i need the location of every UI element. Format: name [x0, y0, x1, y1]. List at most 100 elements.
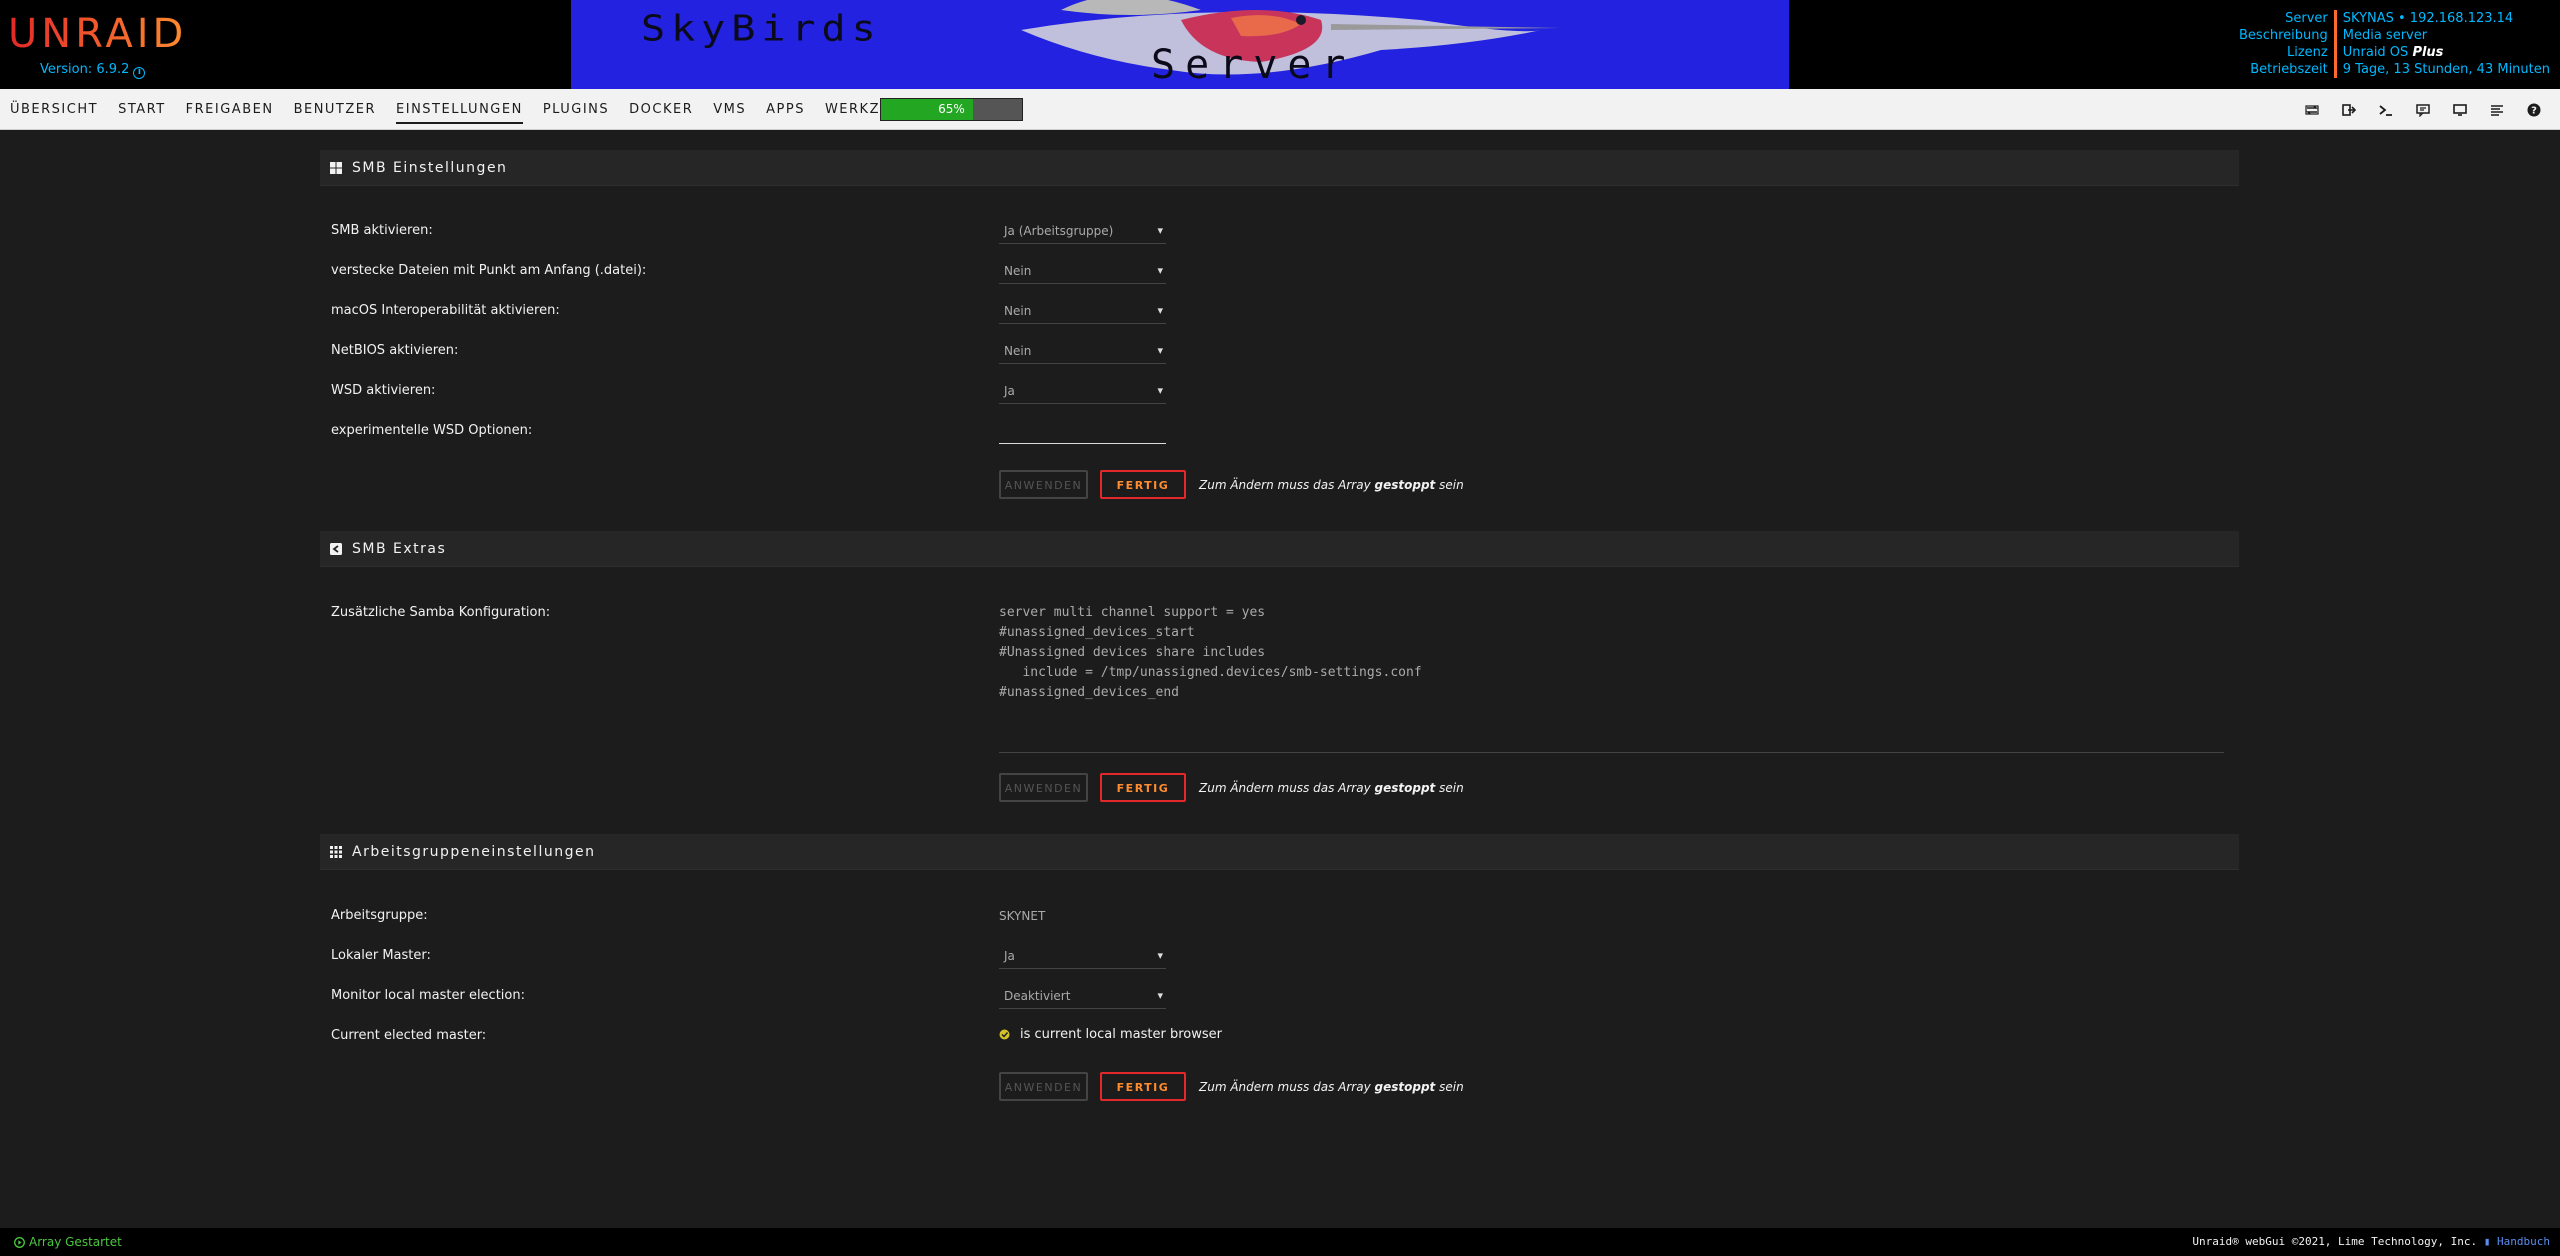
- progress-label: 65%: [938, 102, 965, 116]
- label-smb-enable: SMB aktivieren:: [331, 223, 433, 238]
- array-status: Array Gestartet: [14, 1228, 122, 1256]
- label-server: Server: [2285, 11, 2328, 26]
- server-info-labels: Server Beschreibung Lizenz Betriebszeit: [2239, 10, 2337, 78]
- note-suffix: sein: [1435, 1080, 1464, 1094]
- apply-button-extras[interactable]: ANWENDEN: [999, 773, 1088, 802]
- switch-language-icon[interactable]: [2293, 89, 2330, 130]
- copyright-text: Unraid® webGui ©2021, Lime Technology, I…: [2192, 1235, 2484, 1248]
- info-icon[interactable]: i: [133, 67, 146, 79]
- tab-settings[interactable]: EINSTELLUNGEN: [386, 89, 533, 130]
- label-hide-dot-files: verstecke Dateien mit Punkt am Anfang (.…: [331, 263, 647, 278]
- section-title-text: SMB Einstellungen: [352, 159, 508, 176]
- note-suffix: sein: [1435, 781, 1464, 795]
- done-button-smb[interactable]: FERTIG: [1100, 470, 1186, 499]
- banner-text-server: Server: [1151, 42, 1356, 88]
- note-suffix: sein: [1435, 478, 1464, 492]
- server-info-values: SKYNAS • 192.168.123.14 Media server Unr…: [2337, 10, 2550, 78]
- apply-button-smb[interactable]: ANWENDEN: [999, 470, 1088, 499]
- log-icon[interactable]: [2478, 89, 2515, 130]
- svg-text:?: ?: [2531, 105, 2537, 116]
- extras-icon: [330, 542, 342, 555]
- label-workgroup: Arbeitsgruppe:: [331, 908, 428, 923]
- elected-master-status: is current local master browser: [999, 1027, 1222, 1042]
- feedback-icon[interactable]: [2404, 89, 2441, 130]
- license-prefix: Unraid OS: [2342, 45, 2413, 60]
- label-monitor-election: Monitor local master election:: [331, 988, 525, 1003]
- info-monitor-icon[interactable]: [2441, 89, 2478, 130]
- tab-users[interactable]: BENUTZER: [284, 89, 386, 130]
- nav-icons: ?: [2293, 89, 2552, 130]
- section-title-text: SMB Extras: [352, 540, 447, 557]
- note-bold: gestoppt: [1374, 1080, 1436, 1094]
- banner-text-skybirds: SkyBirds: [641, 8, 882, 50]
- label-wsd: WSD aktivieren:: [331, 383, 436, 398]
- main-nav: ÜBERSICHT START FREIGABEN BENUTZER EINST…: [0, 89, 2560, 130]
- array-stop-note-smb: Zum Ändern muss das Array gestoppt sein: [1199, 478, 1464, 492]
- select-netbios[interactable]: Nein: [999, 340, 1166, 364]
- select-smb-enable[interactable]: Ja (Arbeitsgruppe): [999, 220, 1166, 244]
- page-content: SMB Einstellungen SMB aktivieren: Ja (Ar…: [0, 130, 2560, 1228]
- input-workgroup[interactable]: SKYNET: [999, 909, 1045, 923]
- done-button-extras[interactable]: FERTIG: [1100, 773, 1186, 802]
- section-smb-extras: SMB Extras: [320, 531, 2239, 567]
- tab-apps[interactable]: APPS: [756, 89, 815, 130]
- tab-plugins[interactable]: PLUGINS: [533, 89, 619, 130]
- label-description: Beschreibung: [2239, 28, 2328, 43]
- version-info[interactable]: Version: 6.9.2 i: [40, 62, 146, 79]
- play-circle-icon: [14, 1236, 25, 1248]
- server-info: Server Beschreibung Lizenz Betriebszeit …: [2239, 10, 2550, 78]
- cpu-progress-bar: 65%: [880, 98, 1023, 121]
- elected-master-text: is current local master browser: [1020, 1027, 1222, 1042]
- samba-config-textarea[interactable]: server multi channel support = yes #unas…: [999, 603, 2224, 753]
- select-wsd[interactable]: Ja: [999, 380, 1166, 404]
- label-license: Lizenz: [2287, 45, 2328, 60]
- note-bold: gestoppt: [1374, 478, 1436, 492]
- book-icon: ▮: [2483, 1235, 2498, 1248]
- array-stop-note-extras: Zum Ändern muss das Array gestoppt sein: [1199, 781, 1464, 795]
- select-macos-interop[interactable]: Nein: [999, 300, 1166, 324]
- tab-docker[interactable]: DOCKER: [619, 89, 703, 130]
- select-local-master[interactable]: Ja: [999, 945, 1166, 969]
- terminal-icon[interactable]: [2367, 89, 2404, 130]
- tab-overview[interactable]: ÜBERSICHT: [0, 89, 108, 130]
- server-banner: SkyBirds Server: [571, 0, 1789, 89]
- label-macos-interop: macOS Interoperabilität aktivieren:: [331, 303, 560, 318]
- select-hide-dot-files[interactable]: Nein: [999, 260, 1166, 284]
- apply-button-workgroup[interactable]: ANWENDEN: [999, 1072, 1088, 1101]
- label-wsd-options: experimentelle WSD Optionen:: [331, 423, 533, 438]
- label-netbios: NetBIOS aktivieren:: [331, 343, 459, 358]
- note-prefix: Zum Ändern muss das Array: [1199, 478, 1375, 492]
- tab-shares[interactable]: FREIGABEN: [176, 89, 284, 130]
- section-title-text: Arbeitsgruppeneinstellungen: [352, 843, 596, 860]
- uptime-value: 9 Tage, 13 Stunden, 43 Minuten: [2342, 62, 2550, 77]
- array-status-text: Array Gestartet: [29, 1235, 122, 1249]
- version-text: Version: 6.9.2: [40, 62, 130, 77]
- input-wsd-options[interactable]: [999, 420, 1166, 444]
- windows-icon: [330, 161, 342, 174]
- note-bold: gestoppt: [1374, 781, 1436, 795]
- select-monitor-election[interactable]: Deaktiviert: [999, 985, 1166, 1009]
- logout-icon[interactable]: [2330, 89, 2367, 130]
- server-description: Media server: [2342, 28, 2428, 43]
- master-browser-icon: [999, 1029, 1010, 1040]
- tab-vms[interactable]: VMS: [703, 89, 756, 130]
- manual-link-text: Handbuch: [2497, 1235, 2550, 1248]
- license-link[interactable]: Unraid OS Plus: [2343, 44, 2550, 61]
- nav-tabs: ÜBERSICHT START FREIGABEN BENUTZER EINST…: [0, 89, 932, 130]
- note-prefix: Zum Ändern muss das Array: [1199, 781, 1375, 795]
- tab-start[interactable]: START: [108, 89, 176, 130]
- copyright: Unraid® webGui ©2021, Lime Technology, I…: [2192, 1228, 2550, 1256]
- array-stop-note-workgroup: Zum Ändern muss das Array gestoppt sein: [1199, 1080, 1464, 1094]
- label-elected-master: Current elected master:: [331, 1028, 487, 1043]
- footer: Array Gestartet Unraid® webGui ©2021, Li…: [0, 1228, 2560, 1256]
- done-button-workgroup[interactable]: FERTIG: [1100, 1072, 1186, 1101]
- section-workgroup: Arbeitsgruppeneinstellungen: [320, 834, 2239, 870]
- help-icon[interactable]: ?: [2515, 89, 2552, 130]
- manual-link[interactable]: ▮ Handbuch: [2484, 1235, 2550, 1248]
- unraid-logo[interactable]: UNRAID: [8, 14, 187, 54]
- section-smb-settings: SMB Einstellungen: [320, 150, 2239, 186]
- grid-icon: [330, 845, 342, 858]
- license-tier: Plus: [2412, 45, 2444, 60]
- label-samba-config: Zusätzliche Samba Konfiguration:: [331, 605, 551, 620]
- note-prefix: Zum Ändern muss das Array: [1199, 1080, 1375, 1094]
